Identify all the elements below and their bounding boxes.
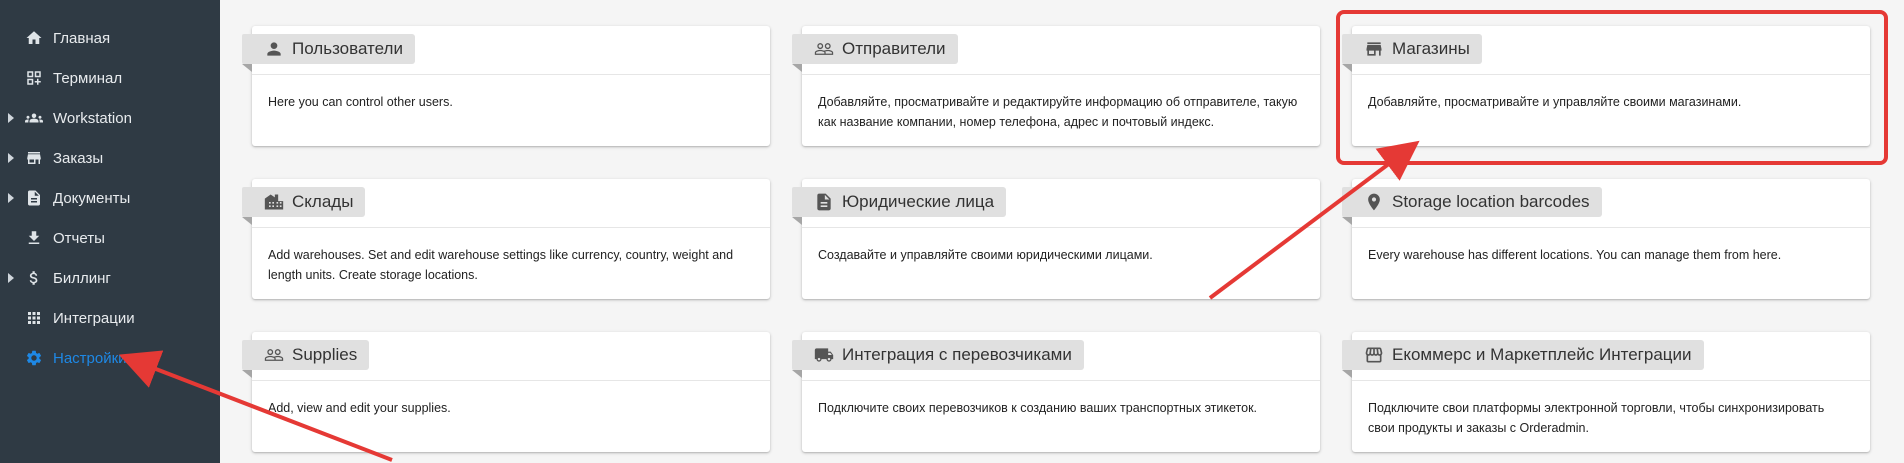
sidebar: Главная Терминал Workstation Заказы Документ… (0, 0, 220, 463)
sidebar-item-label: Интеграции (53, 309, 135, 327)
warehouse-icon (264, 192, 284, 212)
card-title-chip[interactable]: Storage location barcodes (1342, 187, 1602, 225)
sidebar-item-label: Биллинг (53, 269, 111, 287)
card-header: Storage location barcodes (1342, 179, 1870, 228)
sidebar-item-reports[interactable]: Отчеты (0, 218, 220, 258)
card-title: Отправители (842, 39, 946, 58)
sidebar-item-orders[interactable]: Заказы (0, 138, 220, 178)
card-title: Склады (292, 192, 354, 211)
card-title: Storage location barcodes (1392, 192, 1590, 211)
card-title-chip[interactable]: Supplies (242, 340, 370, 378)
card-header: Склады (242, 179, 770, 228)
card-description: Добавляйте, просматривайте и управляйте … (1368, 95, 1742, 109)
settings-card-ecommerce-integrations[interactable]: Екоммерс и Маркетплейс Интеграции Подключ… (1342, 332, 1870, 452)
sidebar-item-label: Заказы (53, 149, 104, 167)
card-title: Магазины (1392, 39, 1470, 58)
document-icon (814, 192, 834, 212)
download-icon (25, 229, 43, 247)
gear-icon (25, 349, 43, 367)
sidebar-item-label: Workstation (53, 109, 132, 127)
sidebar-item-label: Главная (53, 29, 111, 47)
sidebar-item-workstation[interactable]: Workstation (0, 98, 220, 138)
group-icon (25, 109, 43, 127)
store-icon (25, 149, 43, 167)
sidebar-item-label: Документы (53, 189, 131, 207)
card-title: Supplies (292, 345, 358, 364)
expand-caret-icon[interactable] (8, 273, 14, 283)
card-header: Отправители (792, 26, 1320, 75)
store-icon (1364, 39, 1384, 59)
settings-card-storage-location-barcodes[interactable]: Storage location barcodes Every warehouse… (1342, 179, 1870, 299)
card-title-chip[interactable]: Интеграция с перевозчиками (792, 340, 1084, 378)
card-description: Создавайте и управляйте своими юридическ… (818, 248, 1153, 262)
card-title-chip[interactable]: Пользователи (242, 34, 415, 72)
card-title: Юридические лица (842, 192, 995, 211)
card-title-chip[interactable]: Екоммерс и Маркетплейс Интеграции (1342, 340, 1704, 378)
card-description: Подключите свои платформы электронной то… (1368, 401, 1825, 435)
expand-caret-icon[interactable] (8, 113, 14, 123)
person-icon (264, 39, 284, 59)
settings-card-warehouses[interactable]: Склады Add warehouses. Set and edit wareh… (242, 179, 770, 299)
card-title-chip[interactable]: Магазины (1342, 34, 1482, 72)
card-header: Supplies (242, 332, 770, 381)
card-description: Добавляйте, просматривайте и редактируйт… (818, 95, 1298, 129)
settings-card-supplies[interactable]: Supplies Add, view and edit your supplies… (242, 332, 770, 452)
card-title: Екоммерс и Маркетплейс Интеграции (1392, 345, 1692, 364)
card-title-chip[interactable]: Юридические лица (792, 187, 1007, 225)
people-outline-icon (264, 345, 284, 365)
card-header: Интеграция с перевозчиками (792, 332, 1320, 381)
card-description: Подключите своих перевозчиков к созданию… (818, 401, 1258, 415)
sidebar-item-settings[interactable]: Настройки (0, 338, 220, 378)
sidebar-item-documents[interactable]: Документы (0, 178, 220, 218)
card-description: Add warehouses. Set and edit warehouse s… (268, 248, 734, 282)
card-title-chip[interactable]: Отправители (792, 34, 958, 72)
sidebar-item-home[interactable]: Главная (0, 18, 220, 58)
sidebar-item-integrations[interactable]: Интеграции (0, 298, 220, 338)
card-description: Every warehouse has different locations.… (1368, 248, 1782, 262)
sidebar-item-label: Отчеты (53, 229, 105, 247)
sidebar-item-label: Терминал (53, 69, 123, 87)
card-title: Интеграция с перевозчиками (842, 345, 1072, 364)
settings-card-senders[interactable]: Отправители Добавляйте, просматривайте и … (792, 26, 1320, 146)
settings-card-legal-entities[interactable]: Юридические лица Создавайте и управляйте … (792, 179, 1320, 299)
app-root: Главная Терминал Workstation Заказы Документ… (0, 0, 1904, 463)
settings-card-carrier-integration[interactable]: Интеграция с перевозчиками Подключите сво… (792, 332, 1320, 452)
qr-code-icon (25, 69, 43, 87)
expand-caret-icon[interactable] (8, 193, 14, 203)
card-description: Add, view and edit your supplies. (268, 401, 451, 415)
card-header: Магазины (1342, 26, 1870, 75)
card-title: Пользователи (292, 39, 403, 58)
sidebar-item-billing[interactable]: Биллинг (0, 258, 220, 298)
card-title-chip[interactable]: Склады (242, 187, 366, 225)
settings-card-shops[interactable]: Магазины Добавляйте, просматривайте и упр… (1342, 26, 1870, 146)
settings-card-users[interactable]: Пользователи Here you can control other u… (242, 26, 770, 146)
card-header: Юридические лица (792, 179, 1320, 228)
card-header: Пользователи (242, 26, 770, 75)
sidebar-item-label: Настройки (53, 349, 127, 367)
location-pin-icon (1364, 192, 1384, 212)
sidebar-item-terminal[interactable]: Терминал (0, 58, 220, 98)
card-description: Here you can control other users. (268, 95, 453, 109)
card-header: Екоммерс и Маркетплейс Интеграции (1342, 332, 1870, 381)
people-outline-icon (814, 39, 834, 59)
apps-grid-icon (25, 309, 43, 327)
storefront-icon (1364, 345, 1384, 365)
home-icon (25, 29, 43, 47)
expand-caret-icon[interactable] (8, 153, 14, 163)
dollar-icon (25, 269, 43, 287)
document-icon (25, 189, 43, 207)
truck-icon (814, 345, 834, 365)
